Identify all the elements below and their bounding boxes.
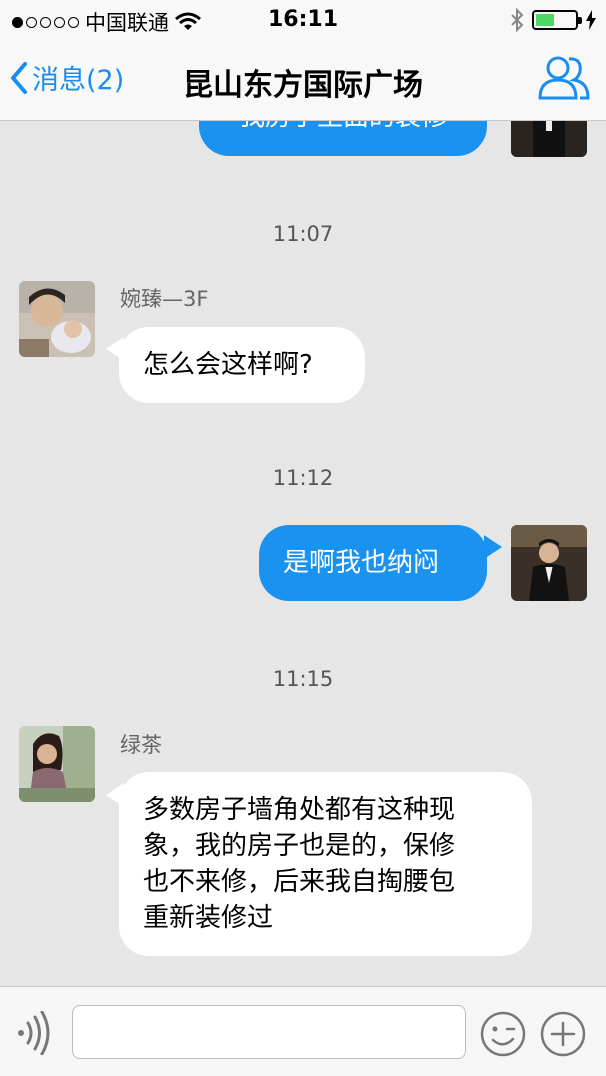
page-title: 昆山东方国际广场 — [183, 68, 423, 103]
bubble-tail — [484, 535, 502, 559]
message-bubble-incoming[interactable]: 怎么会这样啊? — [119, 327, 365, 403]
voice-icon[interactable] — [14, 1011, 54, 1055]
nav-bar: 消息(2) 昆山东方国际广场 — [0, 40, 606, 120]
emoji-icon[interactable] — [480, 1011, 526, 1057]
timestamp: 11:12 — [272, 466, 334, 490]
message-input[interactable] — [72, 1005, 466, 1059]
status-bar: 中国联通 16:11 — [0, 0, 606, 40]
message-list[interactable]: 我房子里面的装修 11:07 婉臻—3F 怎么会这样啊? 11:12 是啊我也纳… — [0, 121, 606, 986]
timestamp: 11:15 — [272, 667, 334, 691]
avatar-lvcha[interactable] — [19, 726, 95, 802]
people-icon[interactable] — [536, 54, 592, 102]
message-line: 也不来修，后来我自掏腰包 — [143, 867, 456, 897]
message-line: 象，我的房子也是的，保修 — [143, 831, 456, 861]
sender-name: 绿茶 — [120, 733, 162, 757]
message-text: 我房子里面的装修 — [239, 121, 447, 132]
message-line: 重新装修过 — [143, 903, 274, 933]
message-line: 多数房子墙角处都有这种现 — [143, 795, 456, 825]
plus-icon[interactable] — [540, 1011, 586, 1057]
sender-name: 婉臻—3F — [120, 287, 209, 311]
message-text: 是啊我也纳闷 — [283, 548, 440, 578]
avatar-self[interactable] — [511, 121, 587, 157]
battery-icon — [532, 10, 582, 30]
message-bubble-incoming[interactable]: 多数房子墙角处都有这种现 象，我的房子也是的，保修 也不来修，后来我自掏腰包 重… — [119, 772, 532, 956]
charging-icon — [586, 10, 596, 30]
input-bar — [0, 986, 606, 1076]
avatar-self[interactable] — [511, 525, 587, 601]
top-bar: 中国联通 16:11 消息(2) 昆山东方国际广场 — [0, 0, 606, 121]
bluetooth-icon — [511, 8, 524, 32]
timestamp: 11:07 — [272, 222, 334, 246]
message-bubble-outgoing[interactable]: 我房子里面的装修 — [199, 121, 487, 156]
message-bubble-outgoing[interactable]: 是啊我也纳闷 — [259, 525, 487, 601]
avatar-wanzhen[interactable] — [19, 281, 95, 357]
message-text: 怎么会这样啊? — [143, 350, 313, 380]
status-right — [510, 8, 596, 32]
